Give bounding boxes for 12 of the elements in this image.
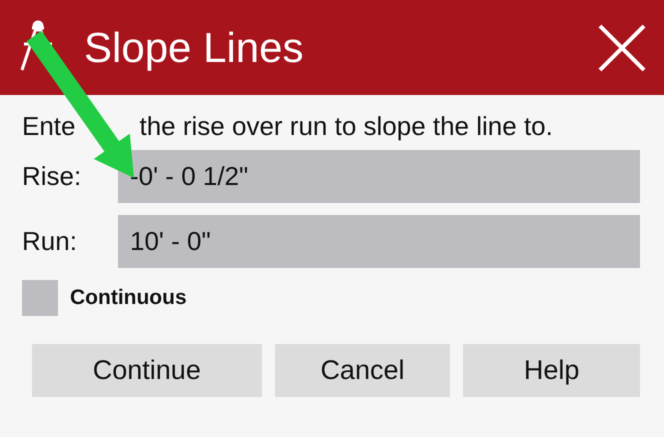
dialog-button[interactable]: Help: [463, 344, 640, 397]
field-label: Rise:: [22, 161, 82, 192]
field-label: Run:: [22, 226, 78, 257]
dialog-button[interactable]: Cancel: [274, 344, 450, 397]
instruction-text: Ente: [22, 111, 76, 142]
input-field[interactable]: -0' - 0 1/2": [118, 150, 640, 203]
dialog-button[interactable]: Continue: [32, 344, 262, 397]
input-field[interactable]: 10' - 0": [118, 215, 640, 268]
window-title: Slope Lines: [84, 24, 304, 72]
checkbox[interactable]: [22, 280, 58, 316]
instruction-text: the rise over run to slope the line to.: [140, 111, 553, 142]
checkbox-label: Continuous: [70, 286, 187, 310]
